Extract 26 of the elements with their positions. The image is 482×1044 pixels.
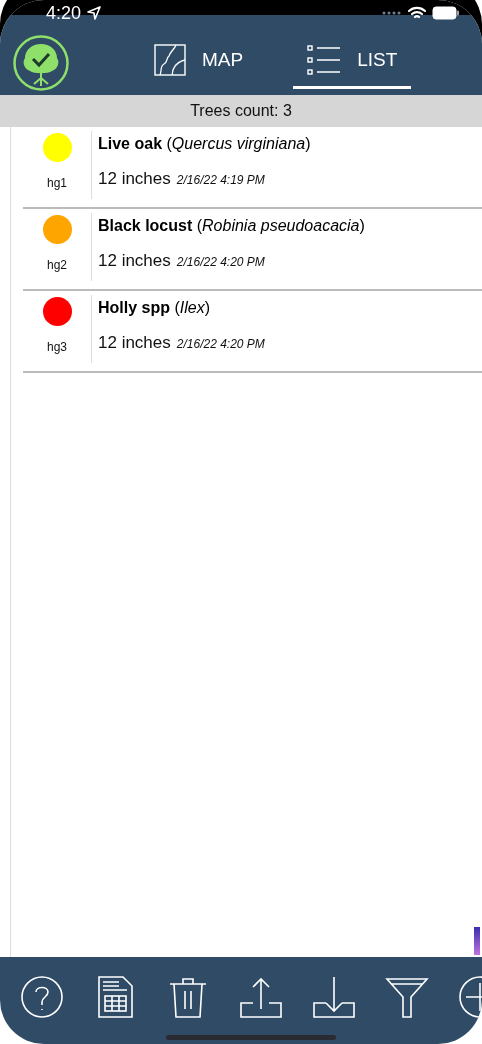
location-arrow-icon xyxy=(87,6,102,20)
tree-date: 2/16/22 4:19 PM xyxy=(176,173,265,187)
tree-name[interactable]: Live oak (Quercus virginiana) xyxy=(98,135,482,153)
tree-code: hg3 xyxy=(47,340,67,354)
battery-icon xyxy=(432,6,460,20)
tree-size: 12 inches xyxy=(98,169,171,189)
tree-date: 2/16/22 4:20 PM xyxy=(176,337,265,351)
tree-code: hg2 xyxy=(47,258,67,272)
tree-code: hg1 xyxy=(47,176,67,190)
tree-logo-icon[interactable] xyxy=(12,34,70,92)
help-icon[interactable] xyxy=(20,974,64,1019)
map-icon xyxy=(154,43,186,76)
tree-name[interactable]: Black locust (Robinia pseudoacacia) xyxy=(98,217,482,235)
tree-name[interactable]: Holly spp (Ilex) xyxy=(98,299,482,317)
nav-tab[interactable]: MAP xyxy=(140,35,258,89)
scroll-indicator xyxy=(474,927,480,955)
tree-size: 12 inches xyxy=(98,251,171,271)
list-icon xyxy=(307,43,342,76)
nav-tab[interactable]: LIST xyxy=(293,35,412,89)
trees-count: Trees count: 3 xyxy=(190,102,292,120)
wifi-icon xyxy=(408,6,426,20)
tree-size: 12 inches xyxy=(98,333,171,353)
signal-icon xyxy=(382,11,402,15)
status-time: 4:20 xyxy=(46,2,82,24)
download-icon[interactable] xyxy=(312,974,356,1019)
tree-date: 2/16/22 4:20 PM xyxy=(176,255,265,269)
